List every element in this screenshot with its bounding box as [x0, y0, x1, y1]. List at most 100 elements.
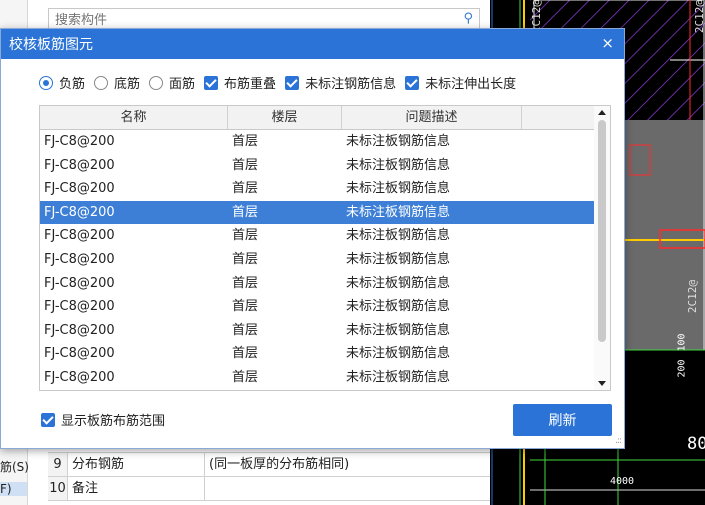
cell-name: FJ-C8@200 [44, 322, 115, 338]
table-row[interactable]: FJ-C8@200 首层 未标注板钢筋信息 [40, 177, 610, 201]
radio-label: 面筋 [169, 77, 196, 92]
cell-name: FJ-C8@200 [44, 181, 115, 197]
table-header: 名称 楼层 问题描述 [40, 106, 610, 130]
radio-icon[interactable] [39, 75, 53, 90]
close-icon[interactable]: × [601, 34, 614, 52]
cell-floor: 首层 [232, 346, 259, 362]
cad-label: 4000 [610, 476, 635, 487]
row-number: 10 [48, 477, 68, 500]
table-row[interactable]: FJ-C8@200 首层 未标注板钢筋信息 [40, 319, 610, 343]
checkbox-label: 未标注钢筋信息 [305, 77, 397, 92]
column-header-floor[interactable]: 楼层 [228, 106, 342, 129]
cad-label: 80 [687, 434, 705, 454]
cell-description: 未标注板钢筋信息 [346, 369, 451, 385]
cell-floor: 首层 [232, 322, 259, 338]
cell-name: FJ-C8@200 [44, 369, 115, 385]
filter-bar: 负筋 底筋 面筋 布筋重叠 未标注钢筋信息 未标注伸出长度 [39, 73, 516, 92]
search-box[interactable]: ⚲ [48, 8, 480, 30]
refresh-button[interactable]: 刷新 [513, 404, 612, 436]
dialog-title: 校核板筋图元 [9, 37, 93, 53]
checkbox-icon[interactable] [405, 75, 420, 90]
cell-floor: 首层 [232, 228, 259, 244]
cell-name: FJ-C8@200 [44, 299, 115, 315]
resize-grip-icon[interactable]: .:: [615, 436, 622, 446]
radio-label: 底筋 [114, 77, 141, 92]
checkbox-missing-length[interactable]: 未标注伸出长度 [405, 73, 516, 92]
table-row[interactable]: FJ-C8@200 首层 未标注板钢筋信息 [40, 295, 610, 319]
radio-icon[interactable] [149, 75, 164, 90]
cell-description: 未标注板钢筋信息 [346, 251, 451, 267]
cell-description: 未标注板钢筋信息 [346, 134, 451, 149]
checkbox-missing-info[interactable]: 未标注钢筋信息 [285, 73, 396, 92]
vertical-scrollbar[interactable] [594, 106, 610, 390]
cad-label: 100 [676, 333, 688, 352]
dialog-title-bar[interactable]: 校核板筋图元 [1, 29, 624, 59]
cad-label: 2C12@ [686, 279, 700, 314]
property-name: 分布钢筋 [68, 453, 205, 476]
table-row[interactable]: FJ-C8@200 首层 未标注板钢筋信息 [40, 224, 610, 248]
checkbox-icon[interactable] [41, 412, 55, 427]
table-body: FJ-C8@200 首层 未标注板钢筋信息 FJ-C8@200 首层 未标注板钢筋信息 FJ… [40, 130, 610, 390]
property-row[interactable]: 10 备注 [48, 477, 490, 501]
check-slab-rebar-dialog: 校核板筋图元 × 负筋 底筋 面筋 布筋重叠 未标注钢筋信息 未标注伸出长度 名… [0, 28, 625, 449]
checkbox-icon[interactable] [204, 75, 219, 90]
property-value[interactable] [205, 477, 490, 500]
cell-name: FJ-C8@200 [44, 275, 115, 291]
row-number: 9 [48, 453, 68, 476]
cell-name: FJ-C8@200 [44, 134, 115, 149]
cell-description: 未标注板钢筋信息 [346, 181, 451, 197]
cell-floor: 首层 [232, 181, 259, 197]
cell-description: 未标注板钢筋信息 [346, 275, 451, 291]
cell-floor: 首层 [232, 204, 259, 220]
table-row[interactable]: FJ-C8@200 首层 未标注板钢筋信息 [40, 200, 610, 225]
cell-floor: 首层 [232, 275, 259, 291]
property-name: 备注 [68, 477, 205, 500]
table-row[interactable]: FJ-C8@200 首层 未标注板钢筋信息 [40, 130, 610, 154]
cell-description: 未标注板钢筋信息 [346, 322, 451, 338]
radio-top-rebar[interactable]: 面筋 [149, 73, 195, 92]
cell-description: 未标注板钢筋信息 [346, 204, 451, 220]
cell-name: FJ-C8@200 [44, 251, 115, 267]
cell-floor: 首层 [232, 134, 259, 149]
property-table: 9 分布钢筋 (同一板厚的分布筋相同) 10 备注 [48, 452, 490, 501]
search-icon[interactable]: ⚲ [463, 11, 473, 26]
cell-description: 未标注板钢筋信息 [346, 228, 451, 244]
radio-bottom-rebar[interactable]: 底筋 [94, 73, 140, 92]
cad-label: 200 [676, 359, 688, 378]
scroll-thumb[interactable] [598, 120, 606, 342]
table-row[interactable]: FJ-C8@200 首层 未标注板钢筋信息 [40, 154, 610, 178]
table-row[interactable]: FJ-C8@200 首层 未标注板钢筋信息 [40, 342, 610, 366]
radio-label: 负筋 [59, 77, 86, 92]
show-range-checkbox[interactable]: 显示板筋布筋范围 [41, 410, 165, 429]
table-row[interactable]: FJ-C8@200 首层 未标注板钢筋信息 [40, 272, 610, 296]
cell-name: FJ-C8@200 [44, 204, 115, 220]
table-row[interactable]: FJ-C8@200 首层 未标注板钢筋信息 [40, 366, 610, 390]
checkbox-icon[interactable] [285, 75, 300, 90]
cell-description: 未标注板钢筋信息 [346, 346, 451, 362]
scroll-down-icon[interactable] [598, 381, 606, 386]
cell-name: FJ-C8@200 [44, 228, 115, 244]
table-row[interactable]: FJ-C8@200 首层 未标注板钢筋信息 [40, 248, 610, 272]
checkbox-label: 未标注伸出长度 [425, 77, 517, 92]
checkbox-overlap[interactable]: 布筋重叠 [204, 73, 276, 92]
show-range-label: 显示板筋布筋范围 [61, 414, 166, 429]
scroll-up-icon[interactable] [598, 110, 606, 115]
radio-icon[interactable] [94, 75, 109, 90]
cell-name: FJ-C8@200 [44, 346, 115, 362]
cell-floor: 首层 [232, 157, 259, 173]
search-input[interactable] [49, 9, 449, 29]
cell-description: 未标注板钢筋信息 [346, 299, 451, 315]
cell-name: FJ-C8@200 [44, 157, 115, 173]
column-header-name[interactable]: 名称 [40, 106, 228, 129]
property-row[interactable]: 9 分布钢筋 (同一板厚的分布筋相同) [48, 453, 490, 477]
cell-floor: 首层 [232, 369, 259, 385]
cell-floor: 首层 [232, 299, 259, 315]
cell-description: 未标注板钢筋信息 [346, 157, 451, 173]
column-header-description[interactable]: 问题描述 [342, 106, 522, 129]
property-value[interactable]: (同一板厚的分布筋相同) [205, 453, 490, 476]
left-label-selected[interactable]: F) [0, 482, 27, 496]
cad-label: 2C12@ [693, 0, 705, 34]
left-label[interactable]: 筋(S) [0, 458, 29, 475]
radio-negative-rebar[interactable]: 负筋 [39, 73, 85, 92]
cell-floor: 首层 [232, 251, 259, 267]
